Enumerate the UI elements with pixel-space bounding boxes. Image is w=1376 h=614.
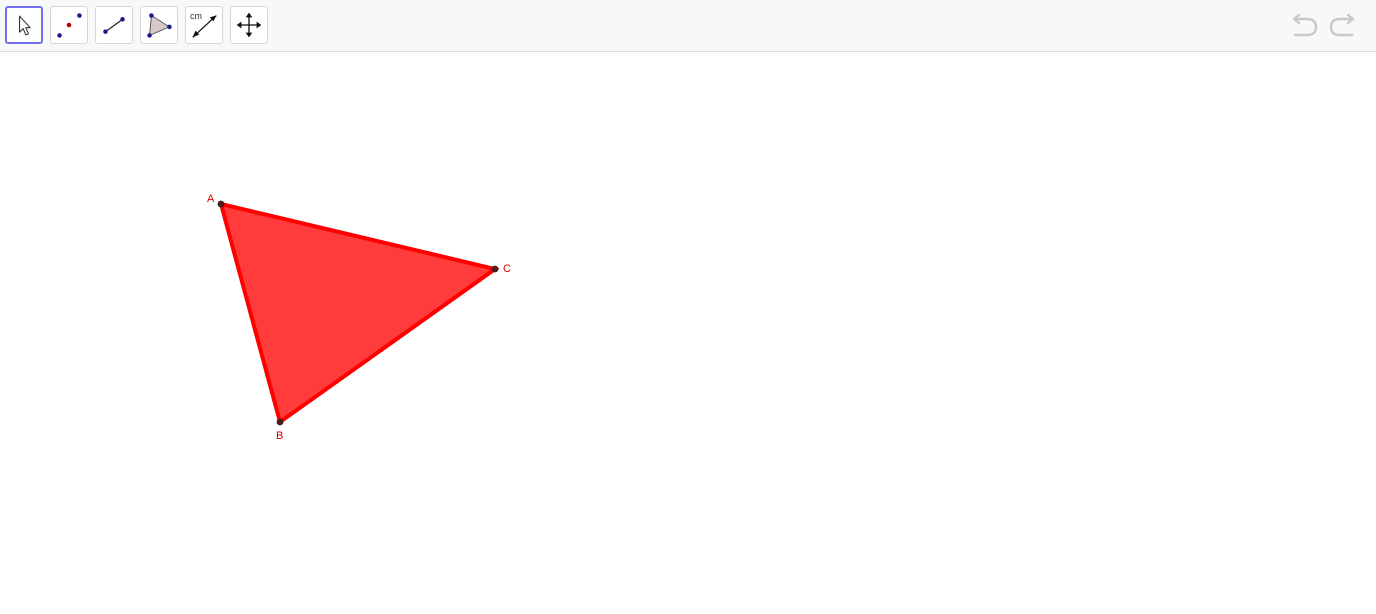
distance-tool-button[interactable]: cm (185, 6, 223, 44)
point-label-b: B (276, 430, 284, 442)
move-arrow-icon (18, 15, 31, 36)
polygon-tool-button[interactable] (140, 6, 178, 44)
point-label-c: C (503, 263, 511, 275)
toolbar: cm (0, 0, 1376, 52)
segment-icon (103, 17, 125, 34)
triangle-polygon[interactable] (218, 201, 500, 426)
undo-button[interactable] (1289, 12, 1321, 40)
polygon-icon (147, 13, 172, 38)
point-icon (57, 13, 82, 38)
redo-icon (1329, 13, 1355, 37)
point-label-a: A (207, 193, 215, 205)
point-tool-button[interactable] (50, 6, 88, 44)
undo-icon (1292, 13, 1318, 37)
segment-tool-button[interactable] (95, 6, 133, 44)
point-a[interactable] (217, 200, 225, 208)
redo-button[interactable] (1326, 12, 1358, 40)
move-graphics-view-icon (236, 12, 262, 38)
distance-icon (192, 15, 217, 38)
point-c[interactable] (491, 265, 499, 273)
graphics-svg (217, 200, 500, 426)
graphics-view[interactable]: A B C (0, 53, 1376, 614)
move-tool-button[interactable] (5, 6, 43, 44)
point-b[interactable] (276, 418, 284, 426)
move-graphics-view-tool-button[interactable] (230, 6, 268, 44)
